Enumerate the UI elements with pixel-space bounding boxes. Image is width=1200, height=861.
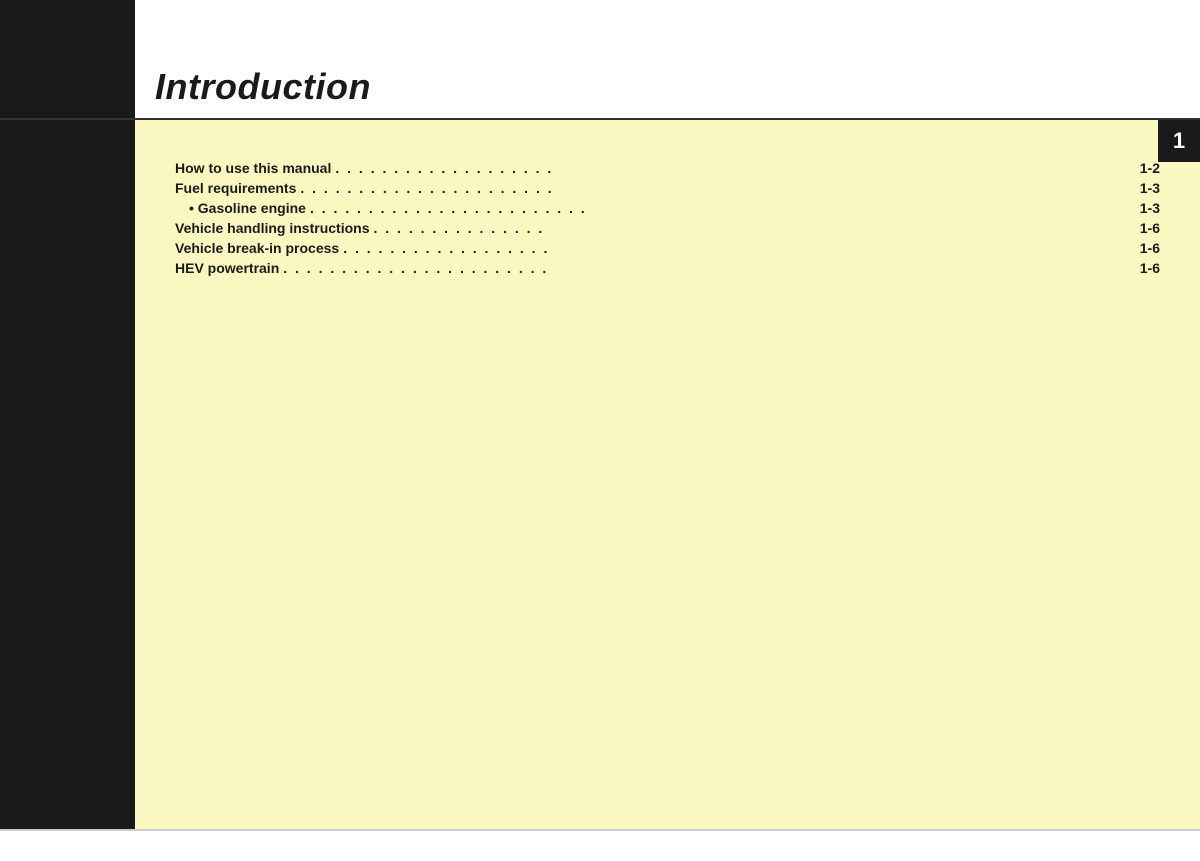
page-title: Introduction [155,66,371,108]
toc-label: How to use this manual [175,160,331,176]
toc-page: 1-3 [1140,180,1160,196]
toc-dots: . . . . . . . . . . . . . . . [373,220,1135,236]
left-sidebar [0,120,135,829]
footer-area [0,831,1200,861]
toc-dots: . . . . . . . . . . . . . . . . . . . . … [310,200,1136,216]
page-wrapper: Introduction 1 How to use this manual. .… [0,0,1200,861]
header-area: Introduction [0,0,1200,120]
toc-item[interactable]: Fuel requirements. . . . . . . . . . . .… [175,180,1160,196]
chapter-badge: 1 [1158,120,1200,162]
toc-page: 1-6 [1140,260,1160,276]
toc-label: Fuel requirements [175,180,296,196]
toc-item[interactable]: Vehicle handling instructions. . . . . .… [175,220,1160,236]
toc-page: 1-6 [1140,220,1160,236]
toc-page: 1-3 [1140,200,1160,216]
toc-dots: . . . . . . . . . . . . . . . . . . . . … [300,180,1135,196]
toc-label: • Gasoline engine [189,200,306,216]
toc-item[interactable]: HEV powertrain. . . . . . . . . . . . . … [175,260,1160,276]
main-area: 1 How to use this manual. . . . . . . . … [0,120,1200,829]
toc-dots: . . . . . . . . . . . . . . . . . . [343,240,1136,256]
header-title-area: Introduction [135,0,1200,118]
toc-item[interactable]: How to use this manual. . . . . . . . . … [175,160,1160,176]
header-black-square [0,0,135,118]
toc-dots: . . . . . . . . . . . . . . . . . . . [335,160,1135,176]
toc-label: HEV powertrain [175,260,279,276]
toc-item[interactable]: Vehicle break-in process. . . . . . . . … [175,240,1160,256]
toc-page: 1-6 [1140,240,1160,256]
toc-label: Vehicle break-in process [175,240,339,256]
toc-item[interactable]: • Gasoline engine. . . . . . . . . . . .… [175,200,1160,216]
content-area: 1 How to use this manual. . . . . . . . … [135,120,1200,829]
toc-list: How to use this manual. . . . . . . . . … [175,160,1160,276]
footer-right [135,831,1200,861]
toc-dots: . . . . . . . . . . . . . . . . . . . . … [283,260,1136,276]
toc-page: 1-2 [1140,160,1160,176]
toc-label: Vehicle handling instructions [175,220,369,236]
footer-left [0,831,135,861]
